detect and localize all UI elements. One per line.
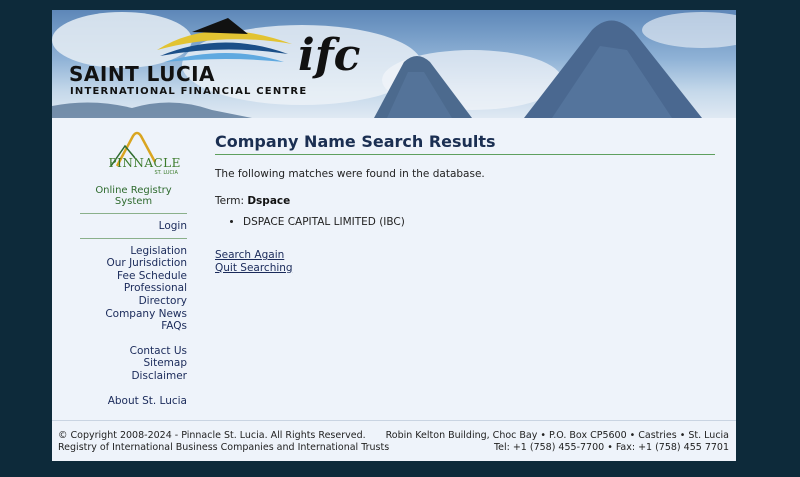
phone-fax-text: Tel: +1 (758) 455-7700 • Fax: +1 (758) 4…: [493, 442, 729, 453]
brand-subtitle: INTERNATIONAL FINANCIAL CENTRE: [70, 86, 308, 97]
nav-legislation[interactable]: Legislation: [80, 245, 187, 258]
nav-disclaimer[interactable]: Disclaimer: [80, 370, 187, 383]
nav-professional-directory[interactable]: Professional Directory: [80, 282, 187, 307]
nav-contact-us[interactable]: Contact Us: [80, 345, 187, 358]
nav-about-st-lucia[interactable]: About St. Lucia: [80, 395, 187, 408]
nav-company-news[interactable]: Company News: [80, 308, 187, 321]
nav-fee-schedule[interactable]: Fee Schedule: [80, 270, 187, 283]
result-item: DSPACE CAPITAL LIMITED (IBC): [243, 216, 715, 228]
main-content: Company Name Search Results The followin…: [215, 128, 715, 274]
nav-group-about: About St. Lucia: [80, 395, 187, 408]
search-term: Term: Dspace: [215, 195, 715, 207]
page-container: SAINT LUCIA INTERNATIONAL FINANCIAL CENT…: [52, 10, 736, 461]
sidebar: PINNACLE ST. LUCIA Online Registry Syste…: [80, 128, 187, 407]
login-link[interactable]: Login: [80, 220, 187, 233]
registry-system-label: Online Registry System: [80, 185, 187, 214]
search-again-link[interactable]: Search Again: [215, 249, 715, 262]
footer-contact: Robin Kelton Building, Choc Bay • P.O. B…: [386, 430, 729, 454]
quit-searching-link[interactable]: Quit Searching: [215, 262, 715, 275]
brand-title: SAINT LUCIA: [69, 62, 216, 86]
results-list: DSPACE CAPITAL LIMITED (IBC): [215, 216, 715, 228]
pinnacle-logo-subtext: ST. LUCIA: [154, 170, 178, 176]
address-text: Robin Kelton Building, Choc Bay • P.O. B…: [385, 430, 729, 441]
nav-sitemap[interactable]: Sitemap: [80, 357, 188, 370]
search-term-label: Term:: [215, 195, 244, 207]
nav-our-jurisdiction[interactable]: Our Jurisdiction: [80, 257, 188, 270]
nav-faqs[interactable]: FAQs: [80, 320, 187, 333]
action-links: Search Again Quit Searching: [215, 249, 715, 274]
copyright-text: © Copyright 2008-2024 - Pinnacle St. Luc…: [58, 430, 366, 441]
nav-group-contact: Contact Us Sitemap Disclaimer: [80, 345, 187, 383]
footer-copyright: © Copyright 2008-2024 - Pinnacle St. Luc…: [58, 430, 389, 454]
pinnacle-logo-text: PINNACLE: [108, 156, 181, 170]
footer: © Copyright 2008-2024 - Pinnacle St. Luc…: [52, 420, 736, 462]
results-intro-text: The following matches were found in the …: [215, 168, 485, 180]
header-banner: SAINT LUCIA INTERNATIONAL FINANCIAL CENT…: [52, 10, 736, 118]
page-title: Company Name Search Results: [215, 132, 715, 155]
pinnacle-logo[interactable]: PINNACLE ST. LUCIA: [89, 128, 181, 178]
ifc-logo-text: ifc: [298, 30, 361, 81]
search-term-value: Dspace: [247, 195, 291, 207]
nav-group-main: Legislation Our Jurisdiction Fee Schedul…: [80, 245, 187, 333]
registry-description: Registry of International Business Compa…: [58, 442, 390, 453]
